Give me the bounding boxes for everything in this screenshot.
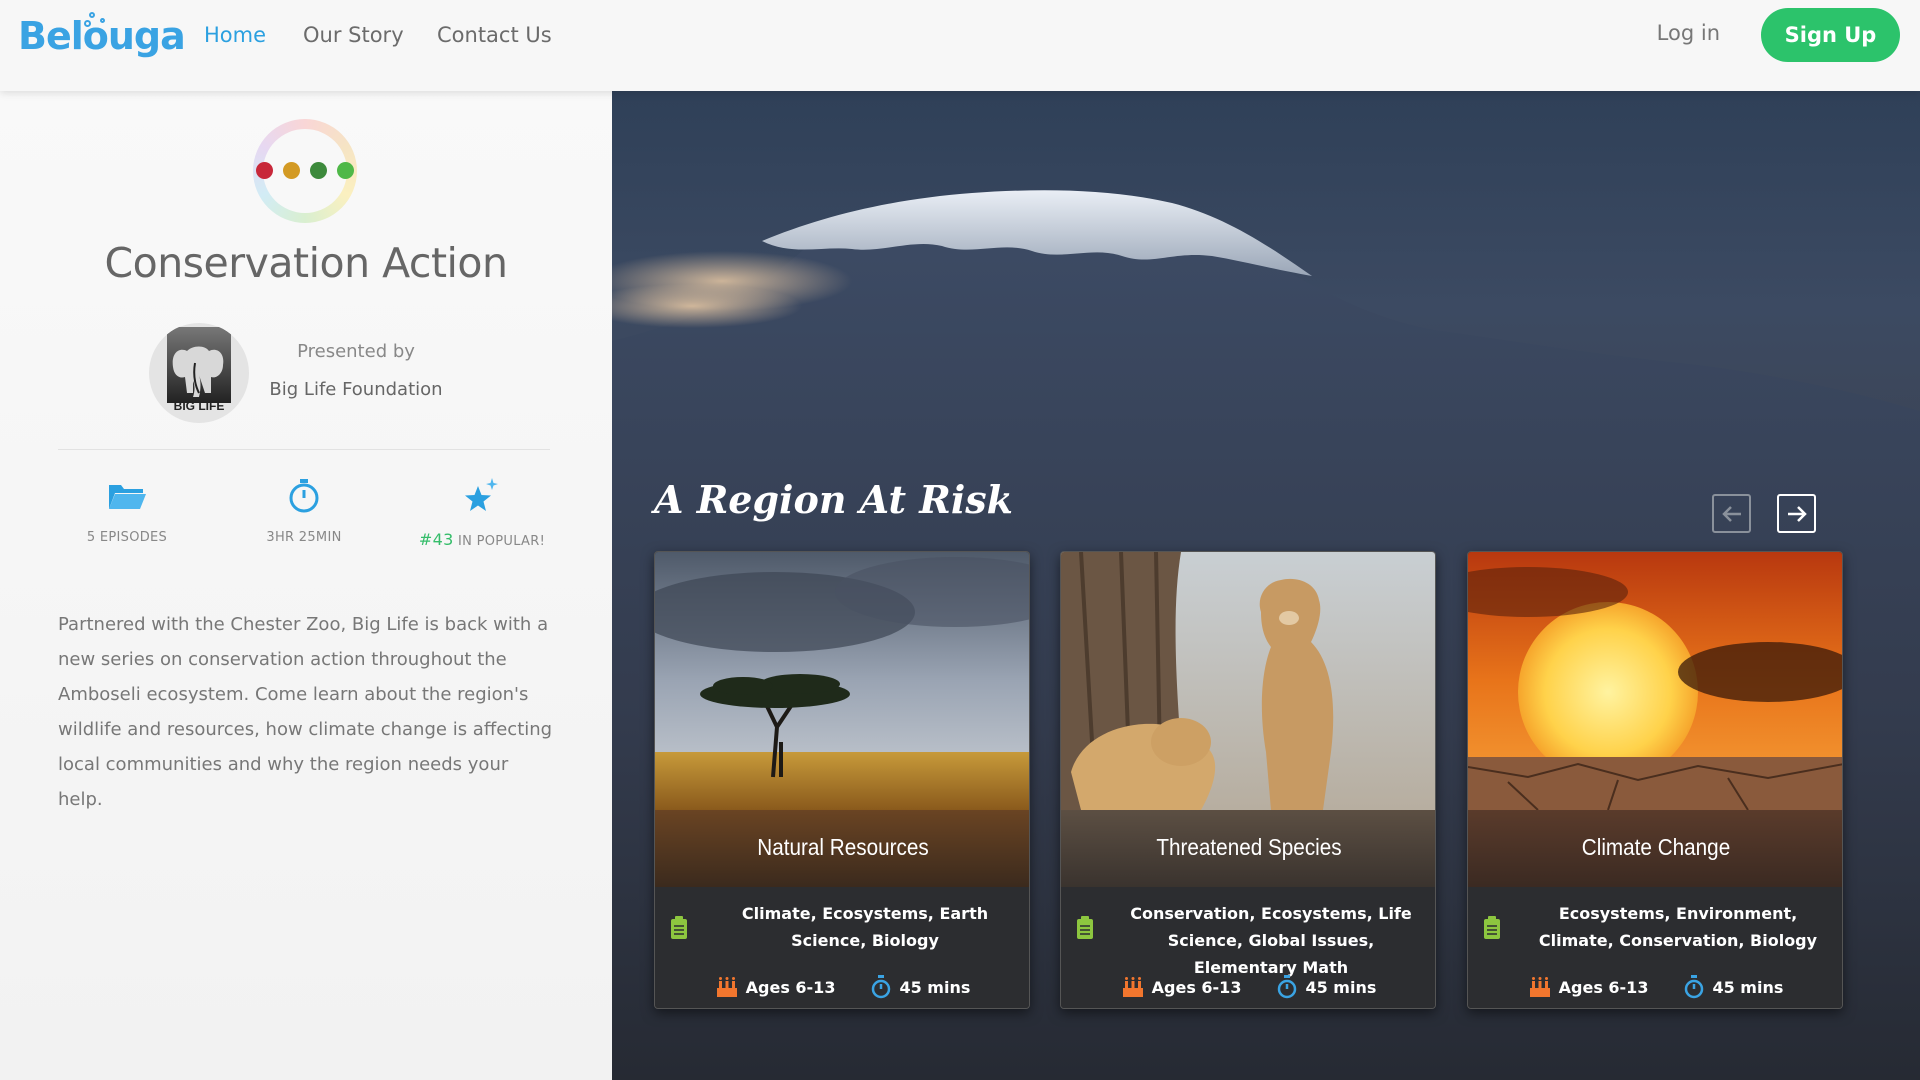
series-description: Partnered with the Chester Zoo, Big Life…	[58, 614, 553, 810]
dot-icon	[256, 162, 273, 179]
lionesses-image	[1061, 552, 1435, 810]
arrow-right-icon	[1787, 505, 1807, 522]
total-duration: 3HR 25MIN	[266, 530, 342, 545]
divider	[58, 449, 550, 450]
card-topics: Ecosystems, Environment, Climate, Conser…	[1538, 904, 1818, 950]
episode-card-natural-resources[interactable]: Natural Resources Climate, Ecosystems, E…	[654, 551, 1030, 1009]
login-link[interactable]: Log in	[1657, 21, 1720, 45]
birthday-cake-icon	[1122, 977, 1143, 997]
rank-suffix: IN POPULAR!	[458, 534, 546, 549]
clipboard-icon	[1077, 916, 1093, 939]
star-sparkle-icon	[465, 478, 498, 511]
card-title: Natural Resources	[757, 834, 929, 860]
card-meta: Ages 6-13 45 mins	[1061, 975, 1435, 999]
stopwatch-icon	[1685, 975, 1704, 999]
presenter-avatar[interactable]: BIG LIFE	[149, 323, 249, 423]
duration-meta: 45 mins	[871, 975, 970, 999]
series-title: Conservation Action	[104, 239, 508, 287]
savanna-tree-image	[655, 552, 1029, 810]
card-meta: Ages 6-13 45 mins	[655, 975, 1029, 999]
ages-text: Ages 6-13	[1558, 977, 1649, 997]
clipboard-icon	[1484, 916, 1500, 939]
birthday-cake-icon	[716, 977, 737, 997]
belouga-logo[interactable]: Belouga	[18, 12, 186, 64]
presenter-name[interactable]: Big Life Foundation	[262, 379, 450, 400]
stat-popularity: #43 IN POPULAR!	[402, 476, 562, 549]
stat-episodes: 5 EPISODES	[47, 476, 207, 545]
ages-text: Ages 6-13	[1151, 977, 1242, 997]
duration-text: 45 mins	[1712, 977, 1784, 997]
series-info-panel: Conservation Action BIG LIFE Presented b…	[0, 91, 612, 1080]
dot-icon	[337, 162, 354, 179]
ages-meta: Ages 6-13	[1122, 976, 1242, 998]
nav-home-link[interactable]: Home	[204, 23, 266, 47]
card-meta: Ages 6-13 45 mins	[1468, 975, 1842, 999]
rank-number: #43	[418, 530, 454, 549]
duration-text: 45 mins	[899, 977, 971, 997]
stopwatch-icon	[289, 479, 319, 513]
ages-text: Ages 6-13	[745, 977, 836, 997]
arrow-left-icon	[1721, 505, 1741, 522]
stopwatch-icon	[872, 975, 891, 999]
stopwatch-icon	[1278, 975, 1297, 999]
logo-bubble-icon	[89, 12, 95, 18]
carousel-next-button[interactable]	[1777, 494, 1816, 533]
duration-meta: 45 mins	[1684, 975, 1783, 999]
birthday-cake-icon	[1529, 977, 1550, 997]
series-badge-dots	[255, 162, 355, 182]
episode-card-climate-change[interactable]: Climate Change Ecosystems, Environment, …	[1467, 551, 1843, 1009]
ages-meta: Ages 6-13	[716, 976, 836, 998]
card-title: Threatened Species	[1156, 834, 1342, 860]
nav-contact-us-link[interactable]: Contact Us	[437, 23, 552, 47]
card-topics: Climate, Ecosystems, Earth Science, Biol…	[741, 904, 989, 950]
top-navbar: Belouga Home Our Story Contact Us Log in…	[0, 0, 1920, 91]
episodes-count: 5 EPISODES	[86, 530, 168, 545]
duration-meta: 45 mins	[1277, 975, 1376, 999]
section-title: A Region At Risk	[654, 477, 1014, 522]
stat-duration: 3HR 25MIN	[224, 476, 384, 545]
clipboard-icon	[671, 916, 687, 939]
logo-bubble-icon	[100, 18, 105, 23]
card-topics: Conservation, Ecosystems, Life Science, …	[1130, 904, 1412, 977]
sunset-drought-image	[1468, 552, 1842, 810]
sign-up-button[interactable]: Sign Up	[1761, 8, 1900, 62]
nav-our-story-link[interactable]: Our Story	[303, 23, 404, 47]
folder-icon	[109, 485, 146, 509]
hero-section: A Region At Risk Natural Resources Clima…	[612, 91, 1920, 1080]
duration-text: 45 mins	[1305, 977, 1377, 997]
logo-bubble-icon	[84, 20, 91, 27]
episode-card-threatened-species[interactable]: Threatened Species Conservation, Ecosyst…	[1060, 551, 1436, 1009]
dot-icon	[310, 162, 327, 179]
presented-by-label: Presented by	[297, 341, 415, 362]
carousel-prev-button[interactable]	[1712, 494, 1751, 533]
card-title: Climate Change	[1581, 834, 1731, 860]
ages-meta: Ages 6-13	[1529, 976, 1649, 998]
dot-icon	[283, 162, 300, 179]
avatar-logo-text: BIG LIFE	[173, 399, 225, 413]
popularity-rank: #43 IN POPULAR!	[402, 530, 562, 549]
